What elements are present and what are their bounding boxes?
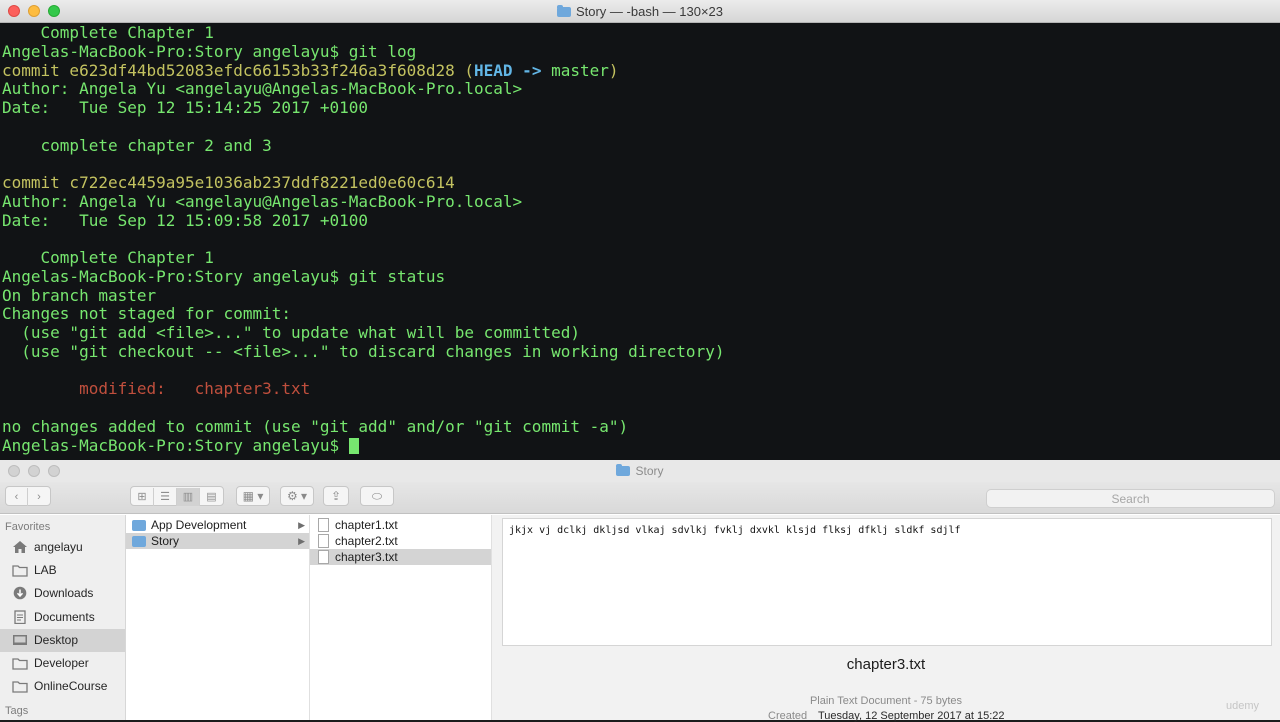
arrange-button[interactable]: ▦ ▾ — [236, 486, 270, 506]
created-value: Tuesday, 12 September 2017 at 15:22 — [818, 710, 1005, 722]
finder-toolbar: ‹ › ⊞ ☰ ▥ ▤ ▦ ▾ ⚙ ▾ ⇪ ⬭ — [0, 482, 1280, 514]
sidebar-item-lab[interactable]: LAB — [0, 559, 125, 582]
modified-file-line: modified: chapter3.txt — [2, 379, 311, 399]
head-ref: HEAD -> — [474, 60, 552, 80]
desktop-icon — [13, 634, 27, 645]
forward-button[interactable]: › — [28, 488, 50, 506]
sidebar-item-desktop[interactable]: Desktop — [0, 628, 125, 652]
terminal-line: complete chapter 2 and 3 — [2, 135, 272, 155]
disclosure-arrow-icon: ▶ — [298, 536, 305, 546]
documents-icon — [14, 609, 26, 624]
terminal-line: commit e623df44bd52083efdc66153b33f246a3… — [2, 60, 1280, 81]
folder-icon — [556, 5, 571, 17]
preview-kind: Plain Text Document - 75 bytes — [809, 695, 963, 707]
finder-column-1: App Development ▶ Story ▶ — [126, 515, 310, 720]
ref-close: ) — [608, 60, 619, 80]
action-button[interactable]: ⚙ ▾ — [280, 486, 314, 506]
sidebar-item-downloads[interactable]: Downloads — [0, 582, 125, 605]
search-input[interactable] — [986, 489, 1275, 508]
terminal-line: On branch master — [2, 285, 157, 305]
column-view-button[interactable]: ▥ — [177, 488, 200, 506]
folder-icon — [12, 681, 28, 693]
terminal-line: Angelas-MacBook-Pro:Story angelayu$ git … — [2, 41, 417, 61]
folder-item-app-development[interactable]: App Development ▶ — [126, 517, 309, 533]
sidebar-item-onlinecourse[interactable]: OnlineCourse — [0, 675, 125, 698]
text-file-icon — [318, 518, 329, 532]
file-item-chapter3[interactable]: chapter3.txt — [310, 549, 491, 565]
terminal-line: Date: Tue Sep 12 15:09:58 2017 +0100 — [2, 210, 369, 230]
text-cursor — [348, 437, 359, 454]
sidebar-item-documents[interactable]: Documents — [0, 606, 125, 629]
view-mode-control: ⊞ ☰ ▥ ▤ — [130, 486, 224, 506]
terminal-line: Complete Chapter 1 — [2, 23, 214, 42]
folder-icon — [132, 520, 146, 531]
terminal-window[interactable]: Story — -bash — 130×23 Complete Chapter … — [0, 0, 1280, 460]
terminal-prompt[interactable]: Angelas-MacBook-Pro:Story angelayu$ — [2, 436, 1280, 456]
branch-ref: master — [551, 60, 609, 80]
file-preview-content[interactable]: jkjx vj dclkj dkljsd vlkaj sdvlkj fvklj … — [502, 518, 1272, 646]
gallery-view-button[interactable]: ▤ — [200, 488, 223, 506]
share-button[interactable]: ⇪ — [323, 486, 349, 506]
text-file-icon — [318, 550, 329, 564]
terminal-line: (use "git add <file>..." to update what … — [2, 323, 580, 342]
terminal-line: Author: Angela Yu <angelayu@Angelas-MacB… — [2, 191, 523, 211]
terminal-line: Angelas-MacBook-Pro:Story angelayu$ git … — [2, 266, 446, 286]
tags-header: Tags — [5, 705, 29, 718]
created-label: Created — [768, 710, 808, 722]
finder-title: Story — [0, 460, 1280, 482]
terminal-line: Changes not staged for commit: — [2, 304, 291, 324]
tag-button[interactable]: ⬭ — [360, 486, 394, 506]
file-item-chapter2[interactable]: chapter2.txt — [310, 533, 491, 549]
list-view-button[interactable]: ☰ — [154, 488, 177, 506]
folder-icon — [12, 658, 28, 670]
nav-buttons: ‹ › — [5, 486, 51, 506]
commit-hash: commit c722ec4459a95e1036ab237ddf8221ed0… — [2, 173, 455, 192]
folder-icon — [132, 536, 146, 547]
folder-icon — [616, 464, 631, 476]
file-item-chapter1[interactable]: chapter1.txt — [310, 517, 491, 533]
finder-column-2: chapter1.txt chapter2.txt chapter3.txt — [310, 515, 492, 720]
finder-sidebar: Favorites angelayu LAB Downloads Documen… — [0, 515, 126, 720]
terminal-line: Complete Chapter 1 — [2, 248, 214, 267]
terminal-titlebar[interactable]: Story — -bash — 130×23 — [0, 0, 1280, 23]
sidebar-item-angelayu[interactable]: angelayu — [0, 536, 125, 559]
downloads-icon — [13, 587, 27, 600]
terminal-line: Author: Angela Yu <angelayu@Angelas-MacB… — [2, 79, 523, 99]
terminal-output[interactable]: Complete Chapter 1 Angelas-MacBook-Pro:S… — [0, 23, 1280, 460]
terminal-title: Story — -bash — 130×23 — [0, 0, 1280, 23]
folder-icon — [12, 565, 28, 577]
terminal-line: (use "git checkout -- <file>..." to disc… — [2, 341, 725, 361]
sidebar-item-developer[interactable]: Developer — [0, 652, 125, 675]
terminal-line: no changes added to commit (use "git add… — [2, 416, 629, 436]
disclosure-arrow-icon: ▶ — [298, 520, 305, 530]
finder-window[interactable]: Story ‹› ⊞☰▥▤ ▦ ▾ ⚙ ▾ ⇪ ⬭ Favorites ange… — [0, 460, 1280, 722]
back-button[interactable]: ‹ — [6, 488, 28, 506]
text-file-icon — [318, 534, 329, 548]
preview-filename: chapter3.txt — [846, 656, 926, 673]
home-icon — [13, 541, 27, 553]
favorites-header: Favorites — [5, 521, 51, 533]
preview-pane: jkjx vj dclkj dkljsd vlkaj sdvlkj fvklj … — [492, 515, 1280, 722]
udemy-watermark: udemy — [1226, 700, 1260, 712]
commit-hash: commit e623df44bd52083efdc66153b33f246a3… — [2, 60, 475, 80]
folder-item-story[interactable]: Story ▶ — [126, 533, 309, 549]
icon-view-button[interactable]: ⊞ — [131, 488, 154, 506]
finder-titlebar[interactable]: Story — [0, 460, 1280, 482]
terminal-line: Date: Tue Sep 12 15:14:25 2017 +0100 — [2, 98, 369, 117]
